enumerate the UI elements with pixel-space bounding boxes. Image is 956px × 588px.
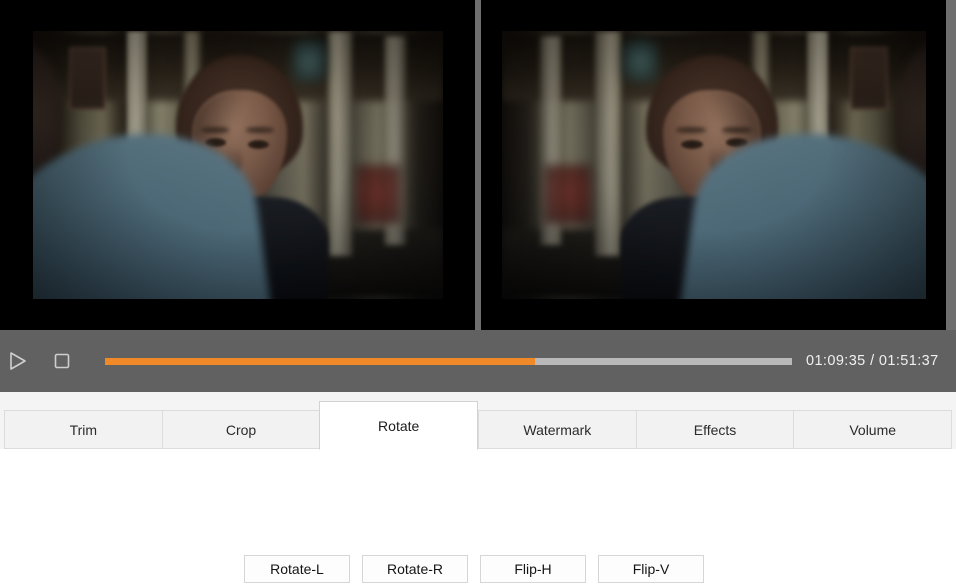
frame-teal-window-glow (290, 39, 328, 82)
tab-rotate[interactable]: Rotate (319, 401, 479, 450)
tab-label: Effects (693, 421, 737, 438)
button-label: Rotate-R (386, 561, 444, 577)
frame-doorway-right (594, 31, 621, 257)
output-preview-pane[interactable] (481, 0, 946, 330)
timecode-display: 01:09:35 / 01:51:37 (806, 353, 939, 369)
preview-row (0, 0, 956, 330)
source-video-frame (32, 31, 443, 299)
rotate-action-row: Rotate-L Rotate-R Flip-H Flip-V (244, 555, 704, 583)
frame-woman-brow-right (245, 127, 275, 133)
video-editor-window: 01:09:35 / 01:51:37 Trim Crop Rotate Wat… (0, 0, 956, 588)
editor-tabstrip: Trim Crop Rotate Watermark Effects Volum… (0, 401, 956, 450)
output-video-frame (501, 31, 926, 299)
frame-doorway-right (327, 31, 353, 257)
tab-label: Crop (225, 421, 257, 438)
frame-wall-picture (849, 47, 888, 111)
frame-woman-brow-right (675, 127, 706, 133)
tab-watermark[interactable]: Watermark (478, 410, 636, 449)
frame-woman-brow-left (722, 127, 752, 133)
flip-horizontal-button[interactable]: Flip-H (480, 555, 586, 583)
frame-woman-eye-right (247, 139, 270, 149)
seek-bar[interactable] (105, 351, 792, 371)
button-label: Flip-V (632, 561, 670, 577)
playback-transport-bar: 01:09:35 / 01:51:37 (0, 330, 956, 392)
tab-label: Volume (849, 421, 897, 438)
tab-label: Watermark (523, 421, 592, 438)
tab-trim[interactable]: Trim (4, 410, 162, 449)
tab-effects[interactable]: Effects (635, 410, 794, 449)
frame-red-chair-far (543, 165, 591, 224)
frame-woman-brow-left (200, 127, 230, 133)
play-triangle-icon (10, 352, 26, 370)
tab-crop[interactable]: Crop (161, 410, 320, 449)
play-button[interactable] (2, 346, 32, 376)
frame-wall-picture (69, 47, 107, 111)
flip-vertical-button[interactable]: Flip-V (598, 555, 704, 583)
rotate-tab-panel: Rotate-L Rotate-R Flip-H Flip-V (0, 449, 956, 588)
preview-right-rail (946, 0, 956, 330)
seek-track[interactable] (105, 357, 792, 365)
rotate-left-button[interactable]: Rotate-L (244, 555, 350, 583)
button-label: Flip-H (514, 561, 552, 577)
editor-panel: Trim Crop Rotate Watermark Effects Volum… (0, 392, 956, 588)
tab-label: Rotate (378, 417, 420, 434)
button-label: Rotate-L (270, 561, 324, 577)
tab-label: Trim (69, 421, 98, 438)
frame-red-chair-far (356, 165, 402, 224)
frame-teal-window-glow (620, 39, 659, 82)
rotate-right-button[interactable]: Rotate-R (362, 555, 468, 583)
tab-volume[interactable]: Volume (793, 410, 953, 449)
stop-button[interactable] (47, 346, 77, 376)
source-preview-pane[interactable] (0, 0, 475, 330)
seek-progress-fill (105, 357, 536, 365)
stop-square-icon (54, 353, 70, 369)
frame-woman-eye-right (680, 139, 703, 149)
